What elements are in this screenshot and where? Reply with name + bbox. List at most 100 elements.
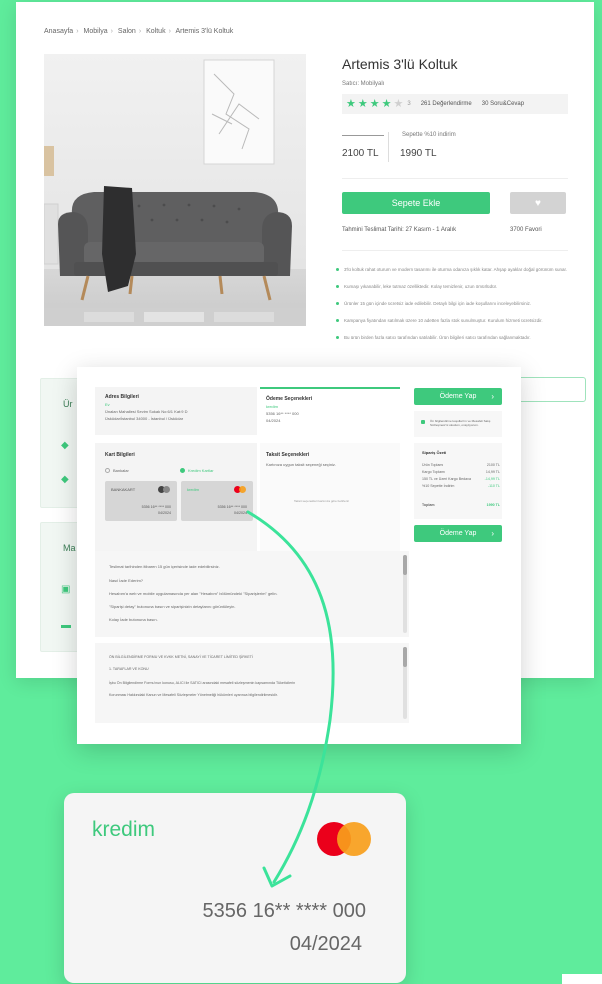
saved-card-selected[interactable]: kredim 5356 16** **** 000 04/2024 [181,481,253,521]
summary-label: Kargo Toplamı [422,470,446,474]
chevron-right-icon: › [491,392,494,401]
payment-card-number: 5356 16** **** 000 [266,411,299,416]
return-info-box: Teslimat tarihinden itibaren 15 gün içer… [95,551,409,637]
card-info-box: Kart Bilgileri Bankalar Kredim Kartlar B… [95,443,257,551]
radio-bank[interactable] [105,468,110,473]
contract-line: ÖN BİLGİLENDİRME FORMU VE KVKK METNİ, SA… [109,655,253,659]
credit-card: kredim 5356 16** **** 000 04/2024 [64,793,406,983]
agreement-text[interactable]: Ön bilgilendirme koşulları'nı ve Mesafel… [430,419,496,427]
card-date: 04/2024 [158,511,171,515]
info-line: Nasıl İade Ederim? [109,578,144,583]
breadcrumb-item-living-room[interactable]: Salon [118,28,136,35]
total-label: Toplam [422,503,435,507]
radio-kredim-label[interactable]: Kredim Kartlar [188,468,214,473]
scrollbar[interactable] [403,647,407,719]
address-name: Ev [105,402,110,407]
card-brand: BANKAKART [111,487,136,492]
heart-icon: ♥ [535,197,541,209]
info-line: Hesabım'a web ve mobile uygulamasında ye… [109,591,278,596]
price-new: 1990 TL [400,148,437,159]
info-box-label: Ma [63,543,76,553]
installments-title: Taksit Seçenekleri [266,452,310,458]
price-divider [388,132,389,162]
summary-row: 150 TL ve Üzeri Kargo Bedava -14,99 TL [422,477,500,481]
address-title: Adres Bilgileri [105,394,139,400]
agreement-box: Ön bilgilendirme koşulları'nı ve Mesafel… [414,411,502,437]
pay-button-bottom[interactable]: Ödeme Yap › [414,525,502,542]
installments-text: Kartınıza uygun taksit seçeneği seçiniz. [266,462,337,467]
feature-list: 3'lü koltuk rahat oturum ve modern tasar… [334,266,574,351]
corner-decor [562,974,602,984]
card-number: 5356 16** **** 000 [217,505,247,509]
agreement-checkbox[interactable] [421,420,425,424]
list-item: Bu ürün birden fazla satıcı tarafından s… [334,334,574,348]
add-to-cart-button[interactable]: Sepete Ekle [342,192,490,214]
pay-button-label: Ödeme Yap [439,530,477,537]
star-empty-icon: ★ [393,97,404,110]
product-image[interactable] [44,54,306,326]
contract-box: ÖN BİLGİLENDİRME FORMU VE KVKK METNİ, SA… [95,643,409,723]
pay-button[interactable]: Ödeme Yap › [414,388,502,405]
delivery-estimate: Tahmini Teslimat Tarihi: 27 Kasım - 1 Ar… [342,227,457,233]
pay-button-label: Ödeme Yap [439,393,477,400]
star-icon: ★ [357,97,368,110]
checkout-panel: Adres Bilgileri Ev Ünalan Mahallesi Sevi… [77,367,521,744]
summary-total: Toplam 1990 TL [422,503,500,507]
reviews-link[interactable]: 261 Değerlendirme [421,101,472,107]
list-item: Kumaşı yıkanabilir, leke tutmaz özellikt… [334,283,574,297]
chevron-right-icon: › [491,529,494,538]
installments-hint: Taksit seçenekleri kartınıza göre belirl… [294,499,350,503]
info-box-label: Ür [63,399,73,409]
payment-options-box[interactable]: Ödeme Seçenekleri kredim 5356 16** **** … [260,387,400,435]
address-line-1: Ünalan Mahallesi Sevim Sokak No:6/1 Kat:… [105,409,188,414]
saved-card[interactable]: BANKAKART 5356 16** **** 000 04/2024 [105,481,177,521]
card-brand: kredim [92,818,156,841]
price-old: 2100 TL [342,148,379,159]
summary-label: 150 TL ve Üzeri Kargo Bedava [422,477,471,481]
card-network-icon [158,486,170,493]
breadcrumb-item-sofa[interactable]: Koltuk [146,28,165,35]
summary-value: -14,99 TL [484,477,500,481]
payment-card-date: 04/2024 [266,418,281,423]
breadcrumb-item-product: Artemis 3'lü Koltuk [175,28,234,35]
breadcrumb-item-furniture[interactable]: Mobilya [83,28,107,35]
address-box[interactable]: Adres Bilgileri Ev Ünalan Mahallesi Sevi… [95,387,257,435]
discount-label: Sepette %10 indirim [402,132,456,138]
qa-link[interactable]: 30 Soru&Cevap [482,101,524,107]
info-line: Kolay İade butonuna basın. [109,617,158,622]
star-icon: ★ [346,97,356,110]
summary-label: %10 Sepette İndirim [422,484,455,488]
radio-kredim[interactable] [180,468,185,473]
list-item: Kampanya fiyatından satılmak üzere 10 ad… [334,317,574,331]
info-line: Teslimat tarihinden itibaren 15 gün içer… [109,564,220,569]
info-line: "Siparişi detay" butonuna basın ve sipar… [109,604,236,609]
summary-label: Ürün Toplamı [422,463,444,467]
rating-value: 3 [407,101,411,107]
sofa-illustration [44,59,306,326]
summary-value: 14,99 TL [485,470,500,474]
summary-row: Ürün Toplamı 2100 TL [422,463,500,467]
scrollbar[interactable] [403,555,407,633]
strike-line [342,135,384,136]
secondary-button[interactable] [514,377,586,402]
card-date: 04/2024 [234,511,247,515]
favorite-button[interactable]: ♥ [510,192,566,214]
card-info-title: Kart Bilgileri [105,452,135,458]
rating-bar: ★ ★ ★ ★ ★ 3 261 Değerlendirme 30 Soru&Ce… [342,94,568,114]
mastercard-icon [234,486,246,493]
star-icon: ★ [369,97,380,110]
store-icon: ▣ [61,584,71,595]
summary-title: Sipariş Özeti [422,450,447,455]
card-brand: kredim [187,487,200,492]
divider [342,250,568,251]
list-item: Ürünler 15 gün içinde ücretsiz iade edil… [334,300,574,314]
card-expiry: 04/2024 [289,933,362,955]
seller-name[interactable]: Satıcı: Mobilyalı [342,81,384,87]
radio-bank-label[interactable]: Bankalar [113,468,129,473]
summary-value: -110 TL [487,484,500,488]
divider [342,178,568,179]
breadcrumb-item-home[interactable]: Anasayfa [44,28,73,35]
tag-icon: ◆ [61,474,69,485]
contract-line: 1. TARAFLAR VE KONU [109,667,149,671]
payment-title: Ödeme Seçenekleri [266,396,313,402]
